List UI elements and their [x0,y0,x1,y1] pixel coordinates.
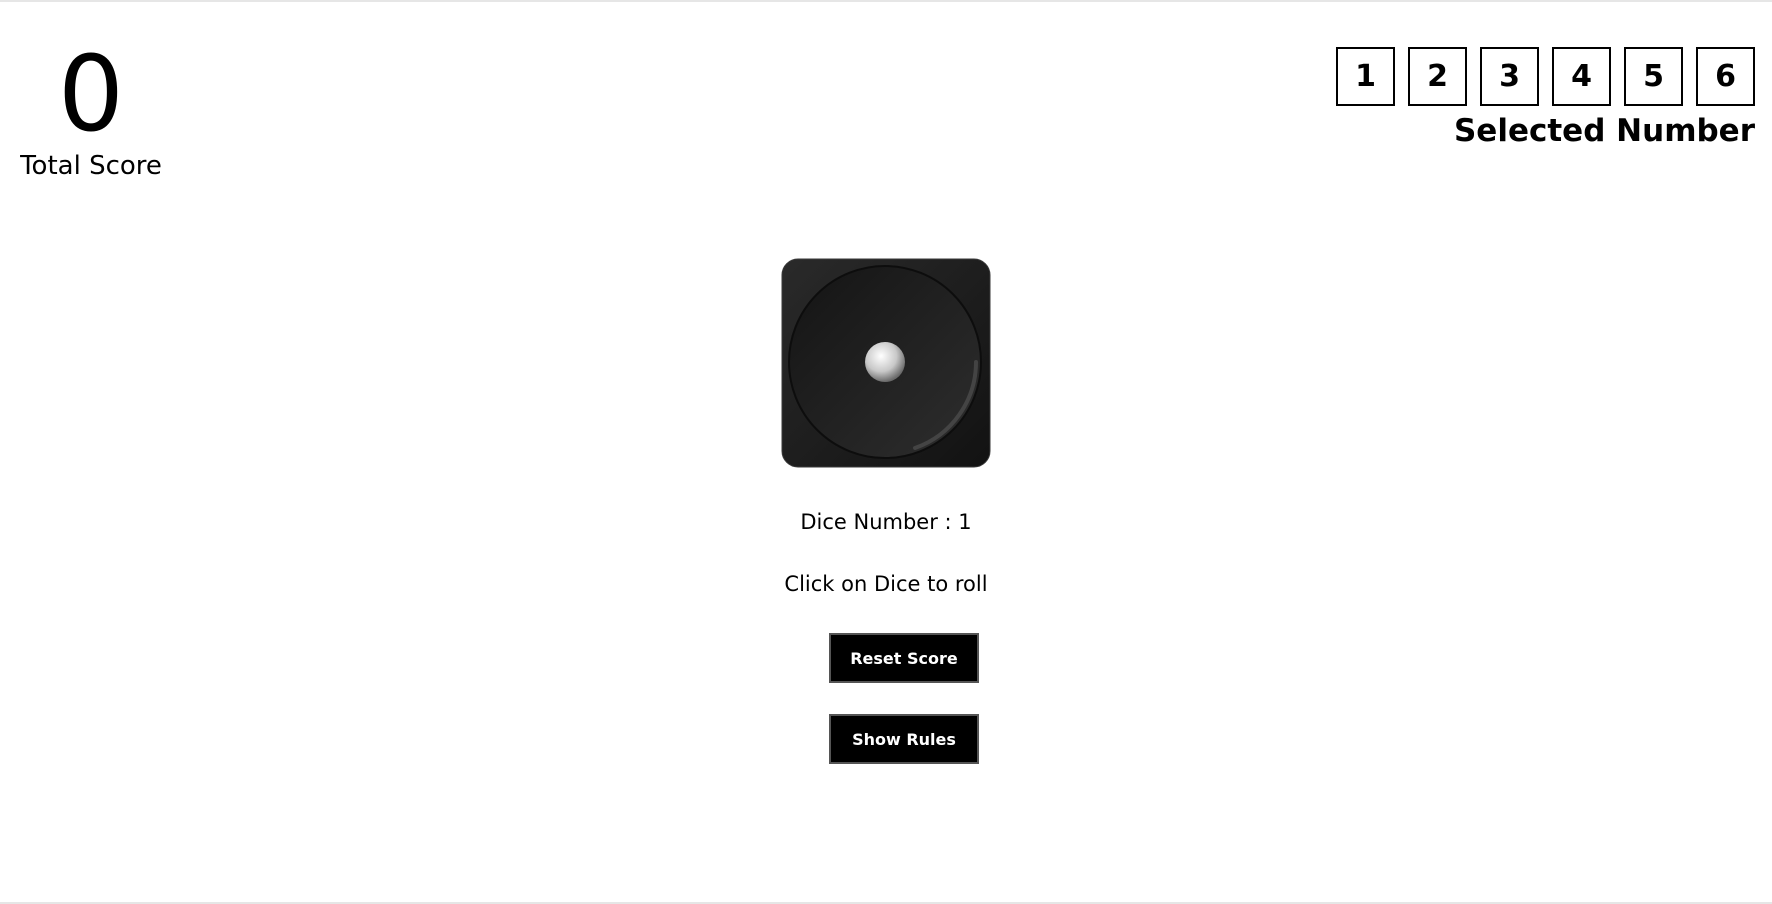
number-box-2[interactable]: 2 [1408,47,1467,106]
dice-number-text: Dice Number : 1 [800,510,972,534]
reset-score-button[interactable]: Reset Score [829,633,979,683]
number-box-1[interactable]: 1 [1336,47,1395,106]
total-score-label: Total Score [20,151,162,181]
number-box-6[interactable]: 6 [1696,47,1755,106]
roll-hint-text: Click on Dice to roll [784,572,988,596]
game-page: 0 Total Score 1 2 3 4 5 6 Selected Numbe… [0,0,1772,904]
number-box-row: 1 2 3 4 5 6 [1336,47,1755,106]
score-panel: 0 Total Score [20,38,162,182]
number-selector: 1 2 3 4 5 6 Selected Number [1336,47,1755,150]
selected-number-label: Selected Number [1453,113,1755,149]
number-box-4[interactable]: 4 [1552,47,1611,106]
number-box-5[interactable]: 5 [1624,47,1683,106]
dice-area [0,258,1772,472]
number-box-3[interactable]: 3 [1480,47,1539,106]
total-score-value: 0 [57,33,125,155]
dice-pip [865,342,905,382]
dice-face-one-icon[interactable] [781,258,991,468]
show-rules-button[interactable]: Show Rules [829,714,979,764]
